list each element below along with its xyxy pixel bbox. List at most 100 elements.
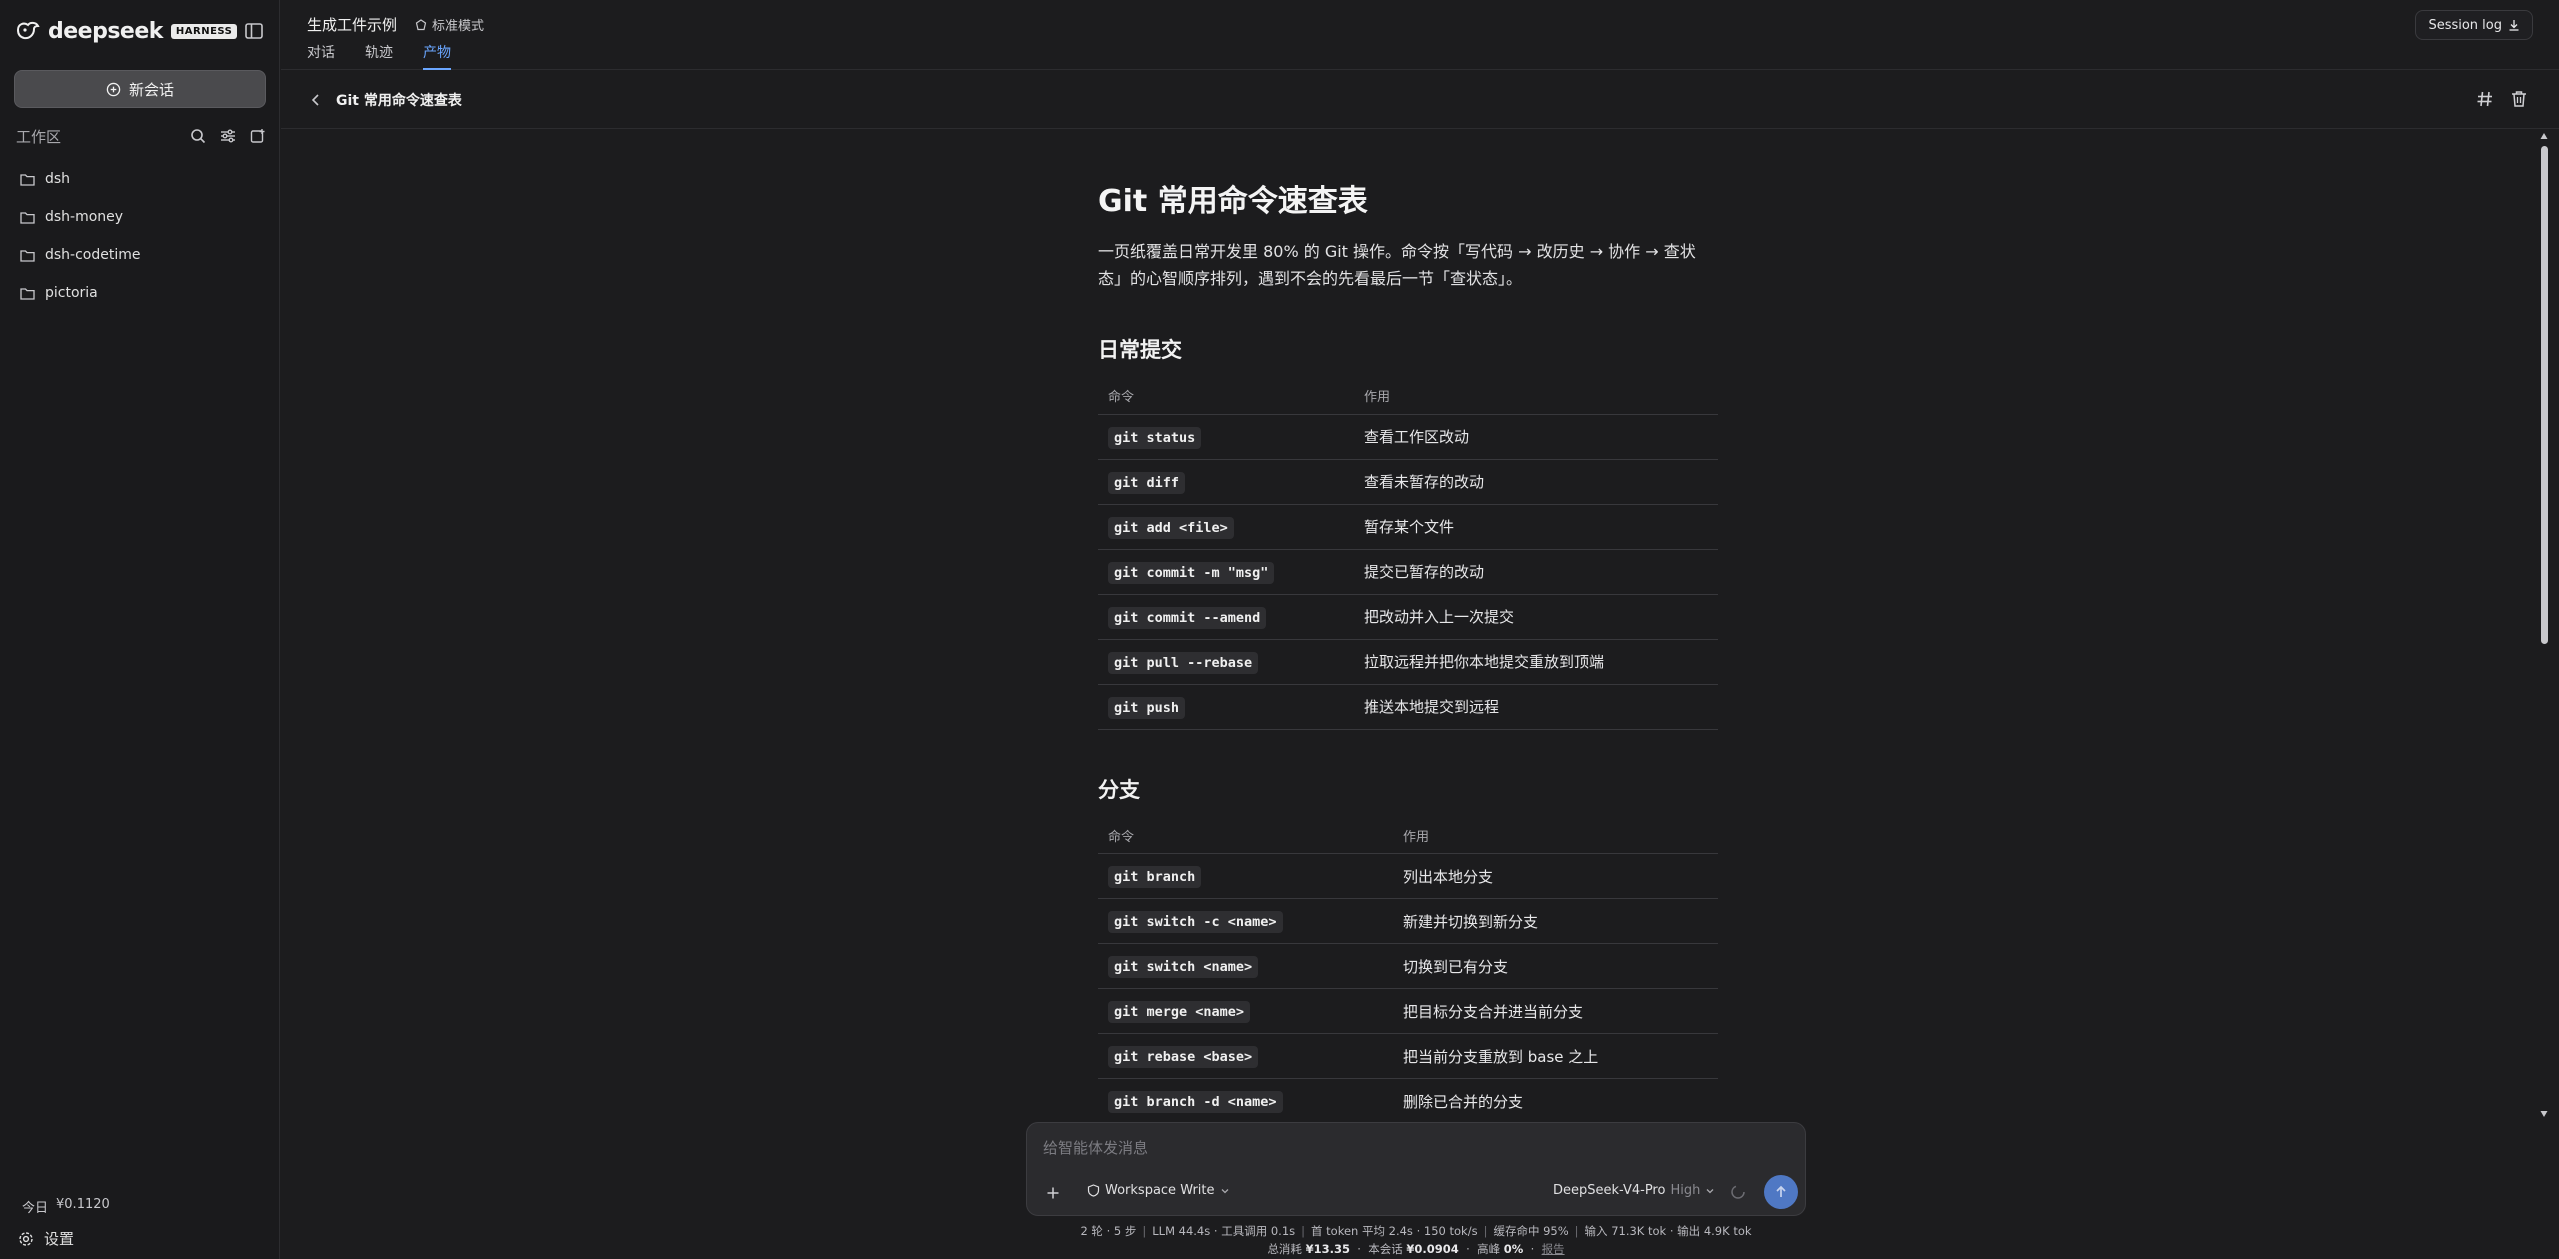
column-header-command: 命令	[1098, 378, 1354, 415]
session-log-button[interactable]: Session log	[2415, 10, 2533, 40]
download-icon	[2509, 20, 2519, 31]
sidebar: deepseek HARNESS 新会话 工作区 dsh dsh-money d…	[0, 0, 280, 1259]
command-description: 暂存某个文件	[1354, 504, 1718, 550]
table-row: git switch <name> 切换到已有分支	[1098, 943, 1718, 989]
section-title: 分支	[1098, 777, 1140, 802]
search-icon[interactable]	[190, 128, 206, 144]
model-dropdown[interactable]: DeepSeek-V4-Pro High	[1553, 1183, 1715, 1198]
command-code: git status	[1108, 426, 1202, 449]
command-code: git rebase <base>	[1108, 1046, 1259, 1068]
workspace-item-dsh-money[interactable]: dsh-money	[14, 198, 266, 236]
plus-circle-icon	[106, 82, 121, 96]
folder-icon	[20, 249, 35, 262]
artifact-title: Git 常用命令速查表	[336, 93, 462, 109]
stat-session-value: ¥0.0904	[1406, 1242, 1459, 1256]
command-code: git push	[1108, 696, 1186, 719]
folder-icon	[20, 287, 35, 300]
command-code: git add <file>	[1108, 516, 1234, 539]
brand-name: deepseek	[48, 18, 163, 44]
filter-settings-icon[interactable]	[220, 128, 236, 144]
tab-artifacts[interactable]: 产物	[423, 42, 451, 70]
table-header-row: 命令 作用	[1098, 817, 1718, 854]
model-effort: High	[1670, 1183, 1701, 1198]
sidebar-toggle-icon[interactable]	[243, 20, 265, 42]
message-composer: Workspace Write DeepSeek-V4-Pro High	[1026, 1122, 1806, 1216]
folder-icon	[20, 173, 35, 186]
today-cost: 今日 ¥0.1120	[22, 1197, 110, 1216]
workspace-item-label: dsh	[45, 171, 71, 187]
table-row: git merge <name> 把目标分支合并进当前分支	[1098, 988, 1718, 1034]
command-description: 删除已合并的分支	[1393, 1078, 1718, 1124]
new-chat-button[interactable]: 新会话	[14, 70, 266, 108]
table-row: git switch -c <name> 新建并切换到新分支	[1098, 898, 1718, 944]
chevron-left-icon[interactable]	[307, 90, 325, 110]
command-code: git commit -m "msg"	[1108, 561, 1275, 584]
doc-intro: 一页纸覆盖日常开发里 80% 的 Git 操作。命令按「写代码 → 改历史 → …	[1098, 242, 1696, 288]
table-row: git status 查看工作区改动	[1098, 414, 1718, 460]
model-label: DeepSeek-V4-Pro	[1553, 1183, 1666, 1198]
command-code: git switch <name>	[1108, 956, 1259, 978]
tab-trace[interactable]: 轨迹	[365, 42, 393, 70]
workspace-item-label: pictoria	[45, 285, 98, 301]
command-description: 查看工作区改动	[1354, 414, 1718, 460]
mode-icon	[415, 18, 427, 30]
table-header-row: 命令 作用	[1098, 378, 1718, 415]
command-description: 把改动并入上一次提交	[1354, 594, 1718, 640]
top-bar: 生成工件示例 标准模式 对话 轨迹 产物 Session log	[281, 0, 2559, 70]
command-code: git branch	[1108, 866, 1202, 888]
workspace-item-dsh-codetime[interactable]: dsh-codetime	[14, 236, 266, 274]
workspace-header: 工作区	[16, 124, 266, 148]
stat-total-value: ¥13.35	[1305, 1242, 1350, 1256]
stat-total-label: 总消耗	[1267, 1242, 1302, 1256]
table-row: git diff 查看未暂存的改动	[1098, 459, 1718, 505]
command-code: git commit --amend	[1108, 606, 1267, 629]
command-code: git branch -d <name>	[1108, 1091, 1283, 1113]
new-chat-label: 新会话	[128, 80, 174, 99]
table-row: git add <file> 暂存某个文件	[1098, 504, 1718, 550]
settings-button[interactable]: 设置	[18, 1228, 74, 1249]
send-button[interactable]	[1764, 1175, 1798, 1209]
command-code: git diff	[1108, 471, 1186, 494]
brand-badge: HARNESS	[170, 23, 238, 39]
folder-icon	[20, 211, 35, 224]
command-description: 查看未暂存的改动	[1354, 459, 1718, 505]
chevron-down-icon	[1221, 1188, 1228, 1193]
stat-llm: LLM 44.4s · 工具调用 0.1s	[1152, 1224, 1296, 1238]
command-description: 新建并切换到新分支	[1393, 898, 1718, 944]
tab-conversation[interactable]: 对话	[307, 42, 335, 70]
trash-icon[interactable]	[2509, 89, 2529, 109]
artifact-content: Git 常用命令速查表 一页纸覆盖日常开发里 80% 的 Git 操作。命令按「…	[1098, 176, 1718, 1168]
new-folder-icon[interactable]	[250, 128, 266, 144]
settings-label: 设置	[44, 1230, 75, 1248]
mode-tag[interactable]: 标准模式	[415, 15, 484, 34]
deepseek-whale-icon	[16, 21, 40, 40]
arrow-up-icon	[1776, 1185, 1786, 1197]
message-input[interactable]	[1043, 1139, 1783, 1157]
command-description: 把当前分支重放到 base 之上	[1393, 1033, 1718, 1079]
scrollbar-thumb[interactable]	[2541, 146, 2548, 644]
command-description: 切换到已有分支	[1393, 943, 1718, 989]
workspace-item-pictoria[interactable]: pictoria	[14, 274, 266, 312]
mode-label: 标准模式	[432, 19, 485, 34]
stat-peak-value: 0%	[1503, 1242, 1524, 1256]
workspace-item-label: dsh-money	[45, 209, 124, 225]
stats-line-1: 2 轮 · 5 步 | LLM 44.4s · 工具调用 0.1s | 首 token …	[1080, 1224, 1752, 1238]
attach-button[interactable]	[1041, 1181, 1065, 1205]
section-title: 日常提交	[1098, 338, 1182, 362]
command-code: git merge <name>	[1108, 1001, 1251, 1023]
commands-table-branch: 命令 作用 git branch 列出本地分支 git switch -c <na…	[1098, 817, 1718, 1124]
workspace-item-dsh[interactable]: dsh	[14, 160, 266, 198]
brand[interactable]: deepseek HARNESS	[16, 18, 238, 44]
command-description: 拉取远程并把你本地提交重放到顶端	[1354, 639, 1718, 685]
page-title: 生成工件示例	[307, 16, 398, 34]
report-link[interactable]: 报告	[1542, 1242, 1565, 1256]
hash-icon[interactable]	[2475, 89, 2495, 109]
session-log-label: Session log	[2428, 17, 2502, 33]
today-cost-value: ¥0.1120	[56, 1197, 110, 1212]
plus-icon	[1047, 1187, 1059, 1199]
tab-bar: 对话 轨迹 产物	[307, 42, 451, 70]
loading-spinner-icon	[1731, 1185, 1745, 1199]
workspace-label: 工作区	[16, 127, 62, 146]
permission-dropdown[interactable]: Workspace Write	[1087, 1183, 1230, 1198]
table-row: git commit -m "msg" 提交已暂存的改动	[1098, 549, 1718, 595]
